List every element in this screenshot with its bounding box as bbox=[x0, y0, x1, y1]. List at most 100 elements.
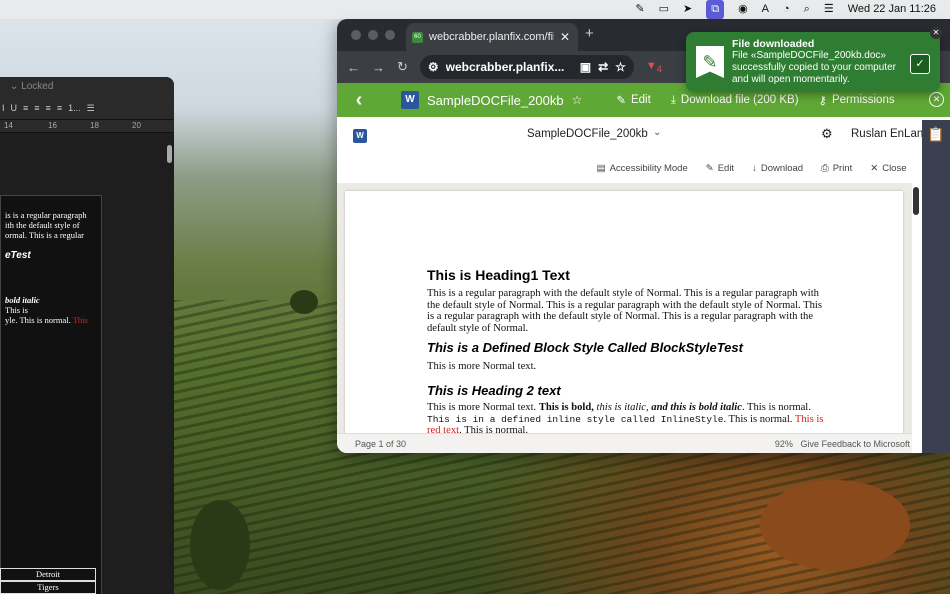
text-line: This is bbox=[5, 305, 28, 315]
url-text: webcrabber.planfix... bbox=[445, 60, 565, 74]
print-button[interactable]: ⎙ Print bbox=[821, 163, 852, 174]
document-viewer[interactable]: This is Heading1 Text This is a regular … bbox=[337, 183, 912, 453]
back-arrow-icon[interactable]: ‹ bbox=[337, 83, 381, 117]
browser-tab[interactable]: 60 webcrabber.planfix.com/file/1 ✕ bbox=[406, 23, 578, 51]
ruler-mark: 18 bbox=[90, 121, 99, 130]
document-name[interactable]: SampleDOCFile_200kb bbox=[527, 128, 648, 140]
word-file-icon: W bbox=[401, 91, 419, 109]
align-center-button[interactable]: ≡ bbox=[34, 103, 39, 113]
text-normal: This is more Normal text. bbox=[427, 401, 539, 413]
list-button[interactable]: ☰ bbox=[87, 103, 95, 114]
close-icon: ✕ bbox=[870, 162, 879, 174]
edit-doc-button[interactable]: ✎ Edit bbox=[706, 163, 734, 174]
justify-button[interactable]: ≡ bbox=[57, 103, 62, 113]
edit-icon: ✎ bbox=[616, 95, 626, 107]
paragraph: This is a regular paragraph with the def… bbox=[427, 288, 822, 334]
notification-title: File downloaded bbox=[732, 38, 815, 50]
feedback-link[interactable]: Give Feedback to Microsoft bbox=[800, 439, 910, 449]
download-doc-button[interactable]: ↓ Download bbox=[752, 163, 803, 174]
window-icon[interactable]: ▭ bbox=[659, 0, 669, 19]
clipboard-icon[interactable]: 📋 bbox=[922, 126, 950, 143]
window-controls bbox=[351, 30, 395, 40]
printer-icon: ⎙ bbox=[821, 162, 829, 174]
zoom-level[interactable]: 92% bbox=[775, 439, 793, 449]
text-bold: This is bold, bbox=[538, 401, 597, 413]
text-line: is is a regular paragraph bbox=[5, 210, 87, 220]
ruler-mark: 14 bbox=[4, 121, 13, 130]
site-settings-icon[interactable]: ⚙ bbox=[428, 60, 439, 74]
favicon: 60 bbox=[412, 31, 423, 43]
user-icon[interactable]: ◉ bbox=[738, 0, 748, 19]
font-size-stepper[interactable]: 1... bbox=[68, 103, 81, 113]
close-viewer-icon[interactable]: ✕ bbox=[929, 92, 944, 107]
document-page: is is a regular paragraph ith the defaul… bbox=[0, 195, 102, 594]
close-doc-button[interactable]: ✕ Close bbox=[870, 163, 906, 174]
font-icon[interactable]: A bbox=[762, 0, 769, 19]
text-line-normal: yle. This is normal. bbox=[5, 315, 71, 325]
text-italic: this is italic, bbox=[596, 401, 652, 413]
tree bbox=[290, 290, 318, 314]
download-doc-label: Download bbox=[760, 162, 804, 174]
window-title: ⌄ Locked bbox=[0, 77, 174, 97]
back-icon[interactable]: ← bbox=[347, 60, 360, 75]
favorite-star-icon[interactable]: ☆ bbox=[572, 93, 583, 107]
zoom-window-button[interactable] bbox=[385, 30, 395, 40]
align-right-button[interactable]: ≡ bbox=[46, 103, 51, 113]
accessibility-mode-button[interactable]: ▤ Accessibility Mode bbox=[597, 163, 688, 174]
pencil-badge-icon: ✎ bbox=[696, 46, 724, 78]
text-line: ith the default style of bbox=[5, 220, 80, 230]
close-label: Close bbox=[882, 162, 907, 174]
wifi-icon[interactable]: ◔ bbox=[783, 0, 790, 19]
cast-icon[interactable]: ⧉ bbox=[706, 0, 725, 19]
file-title: W SampleDOCFile_200kb ☆ bbox=[401, 91, 582, 109]
scrollbar[interactable] bbox=[167, 145, 172, 163]
text-line: ormal. This is a regular bbox=[5, 230, 84, 240]
tree bbox=[760, 480, 910, 570]
ruler-mark: 16 bbox=[48, 121, 57, 130]
settings-gear-icon[interactable]: ⚙ bbox=[821, 126, 833, 142]
translate-icon[interactable]: ⇄ bbox=[598, 60, 608, 74]
mixed-paragraph: This is more Normal text. This is bold, … bbox=[427, 402, 827, 437]
document-page: This is Heading1 Text This is a regular … bbox=[345, 191, 903, 453]
url-field[interactable]: ⚙ webcrabber.planfix... ▣ ⇄ ☆ bbox=[419, 55, 634, 79]
align-left-button[interactable]: ≡ bbox=[23, 103, 28, 113]
download-icon: ⤓ bbox=[670, 93, 676, 106]
permissions-button[interactable]: ⚷ Permissions bbox=[819, 93, 895, 107]
italic-button[interactable]: I bbox=[2, 103, 5, 113]
menu-bar: ✎ ▭ ➤ ⧉ ◉ A ◔ ⌕ ☰ Wed 22 Jan 11:26 bbox=[0, 0, 950, 19]
close-window-button[interactable] bbox=[351, 30, 361, 40]
download-notification[interactable]: ✎ File downloaded File «SampleDOCFile_20… bbox=[686, 27, 942, 92]
search-icon[interactable]: ⌕ bbox=[804, 0, 810, 19]
print-label: Print bbox=[832, 162, 853, 174]
minimize-window-button[interactable] bbox=[368, 30, 378, 40]
format-toolbar: I U ≡ ≡ ≡ ≡ 1... ☰ bbox=[0, 97, 174, 120]
extension-icon[interactable]: ▼4 bbox=[646, 60, 662, 74]
document-table: Detroit Tigers bbox=[0, 568, 96, 594]
new-tab-icon[interactable]: + bbox=[585, 25, 594, 42]
control-icon[interactable]: ☰ bbox=[824, 0, 834, 19]
left-document-window[interactable]: ⌄ Locked I U ≡ ≡ ≡ ≡ 1... ☰ 14 16 18 20 … bbox=[0, 77, 174, 594]
viewer-scrollbar[interactable] bbox=[913, 187, 919, 215]
underline-button[interactable]: U bbox=[11, 103, 18, 113]
compass-icon[interactable]: ➤ bbox=[683, 0, 692, 19]
user-name[interactable]: Ruslan EnLang bbox=[851, 128, 930, 140]
bookmark-star-icon[interactable]: ☆ bbox=[615, 60, 626, 74]
side-panel: 📋 bbox=[922, 120, 950, 453]
bold-italic-text: bold italic bbox=[5, 295, 40, 305]
forward-icon[interactable]: → bbox=[372, 60, 385, 75]
lock-icon: ⌄ bbox=[10, 81, 22, 92]
clock[interactable]: Wed 22 Jan 11:26 bbox=[848, 0, 936, 19]
reload-icon[interactable]: ↻ bbox=[397, 59, 408, 75]
download-label: Download file (200 KB) bbox=[680, 94, 799, 106]
notification-close-icon[interactable]: ✕ bbox=[930, 27, 942, 39]
notification-action-icon[interactable]: ✓ bbox=[910, 54, 930, 74]
pen-icon[interactable]: ✎ bbox=[635, 0, 644, 19]
edit-button[interactable]: ✎ Edit bbox=[616, 93, 650, 107]
page-content: This is Heading1 Text This is a regular … bbox=[427, 267, 827, 437]
chevron-down-icon[interactable]: ⌄ bbox=[653, 127, 661, 138]
status-bar: Page 1 of 30 92% Give Feedback to Micros… bbox=[337, 433, 912, 453]
install-icon[interactable]: ▣ bbox=[580, 60, 591, 74]
ruler-mark: 20 bbox=[132, 121, 141, 130]
close-tab-icon[interactable]: ✕ bbox=[560, 30, 570, 44]
download-file-button[interactable]: ⤓ Download file (200 KB) bbox=[671, 94, 799, 107]
